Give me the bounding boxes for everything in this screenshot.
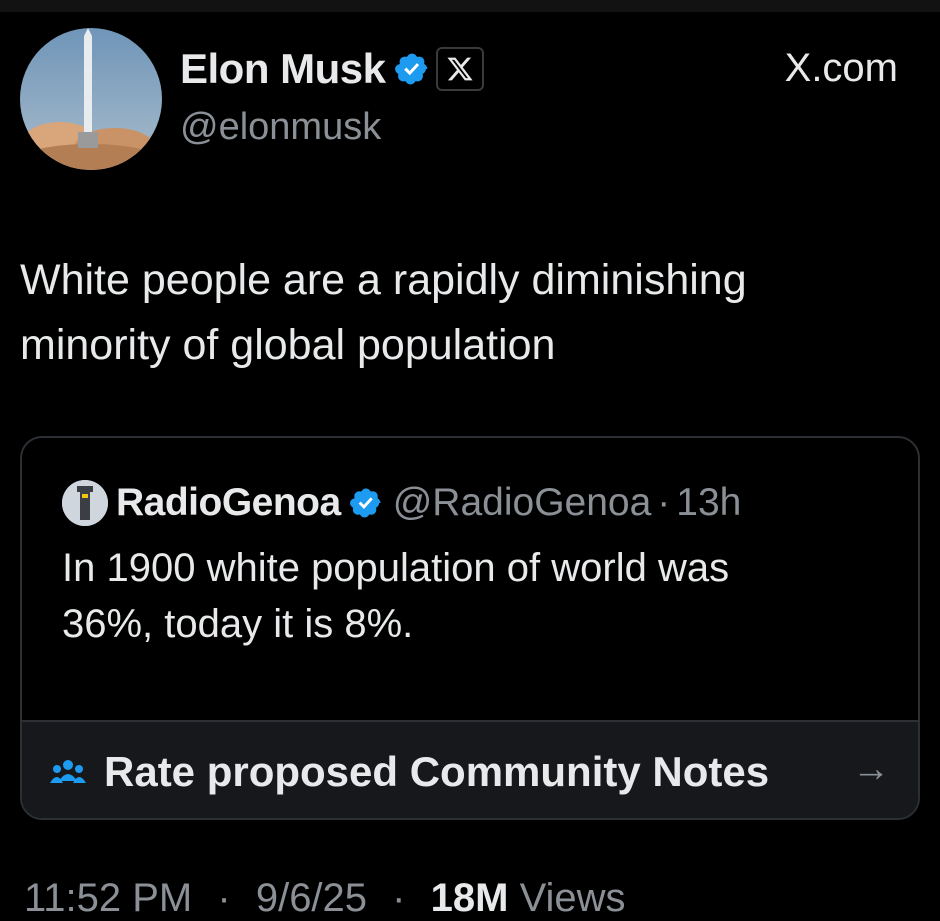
post-meta: 11:52 PM · 9/6/25 · 18M Views	[24, 876, 626, 920]
quoted-separator: ·	[657, 481, 671, 524]
quoted-author-name: RadioGenoa	[116, 481, 341, 524]
community-notes-button[interactable]: Rate proposed Community Notes →	[22, 720, 918, 818]
x-logo-icon	[435, 47, 484, 91]
author-avatar[interactable]	[20, 28, 162, 170]
quoted-text-line: In 1900 white population of world was	[62, 546, 730, 590]
quoted-timestamp: 13h	[676, 481, 742, 524]
quoted-author-handle: @RadioGenoa	[392, 481, 652, 524]
post-text: White people are a rapidly diminishing m…	[20, 248, 920, 378]
author-handle[interactable]: @elonmusk	[180, 106, 381, 149]
community-notes-label: Rate proposed Community Notes	[104, 748, 770, 795]
post-date[interactable]: 9/6/25	[256, 876, 367, 920]
quoted-post-card[interactable]: RadioGenoa @RadioGenoa · 13h In 1900 whi…	[20, 436, 920, 820]
quoted-author-avatar	[62, 480, 108, 526]
top-edge	[0, 0, 940, 12]
quoted-post-text: In 1900 white population of world was 36…	[62, 540, 882, 652]
post-text-line: minority of global population	[20, 321, 556, 369]
views-label: Views	[519, 876, 626, 920]
people-icon	[50, 757, 86, 787]
post-text-line: White people are a rapidly diminishing	[20, 256, 747, 304]
arrow-right-icon: →	[852, 748, 890, 790]
quoted-verified-badge-icon	[349, 486, 383, 520]
quoted-text-line: 36%, today it is 8%.	[62, 602, 414, 646]
verified-badge-icon	[394, 51, 430, 87]
post-time[interactable]: 11:52 PM	[24, 876, 192, 920]
views-count[interactable]: 18M	[431, 876, 509, 920]
brand-label: X.com	[784, 46, 898, 90]
author-name[interactable]: Elon Musk	[180, 45, 386, 93]
